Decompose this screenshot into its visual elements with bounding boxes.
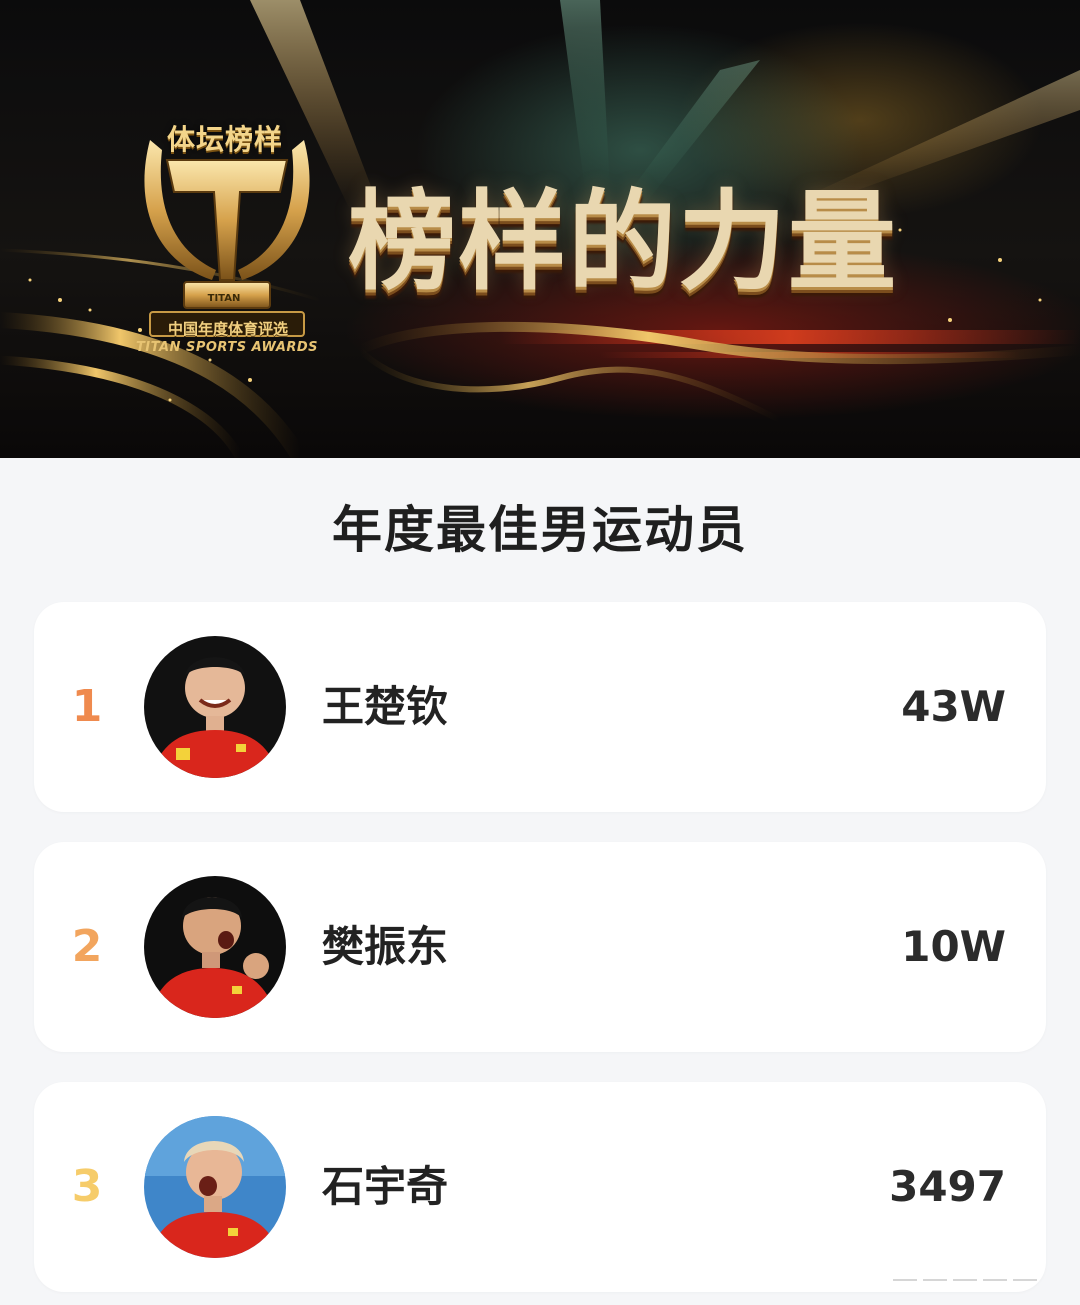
athlete-name: 石宇奇	[322, 1162, 449, 1211]
logo-top-text: 体坛榜样	[166, 123, 283, 156]
vote-count: 43W	[901, 682, 1006, 731]
banner-headline: 榜样的力量	[348, 179, 899, 305]
ranking-item-2[interactable]: 2 樊振东 10W	[34, 842, 1046, 1052]
ranking-list: 1 王楚钦 43W 2 樊振东 10W 3 石宇奇 3497	[34, 602, 1046, 1305]
page: 体坛榜样 TITAN 中国年度体育评选 TITAN SPORTS AWARDS …	[0, 0, 1080, 1305]
rank-number: 2	[71, 921, 103, 972]
logo-brand-text: TITAN	[207, 293, 241, 304]
logo-english-caption: TITAN SPORTS AWARDS	[135, 340, 319, 355]
vote-count: 10W	[901, 922, 1006, 971]
athlete-name: 王楚钦	[322, 682, 449, 731]
rank-number: 3	[71, 1161, 103, 1212]
titan-awards-logo: 体坛榜样 TITAN 中国年度体育评选 TITAN SPORTS AWARDS	[132, 110, 322, 360]
ranking-item-3[interactable]: 3 石宇奇 3497	[34, 1082, 1046, 1292]
hero-banner: 体坛榜样 TITAN 中国年度体育评选 TITAN SPORTS AWARDS …	[0, 0, 1080, 458]
athlete-avatar[interactable]	[144, 1116, 286, 1258]
athlete-photo-icon	[144, 636, 286, 778]
vote-count: 3497	[889, 1162, 1006, 1211]
ranking-item-1[interactable]: 1 王楚钦 43W	[34, 602, 1046, 812]
logo-chinese-caption: 中国年度体育评选	[167, 320, 288, 338]
athlete-avatar[interactable]	[144, 636, 286, 778]
rank-number: 1	[71, 681, 103, 732]
athlete-photo-icon	[144, 876, 286, 1018]
athlete-photo-icon	[144, 1116, 286, 1258]
page-scroll-indicator	[893, 1276, 1041, 1284]
athlete-name: 樊振东	[322, 922, 449, 971]
section-title: 年度最佳男运动员	[332, 501, 748, 559]
athlete-avatar[interactable]	[144, 876, 286, 1018]
